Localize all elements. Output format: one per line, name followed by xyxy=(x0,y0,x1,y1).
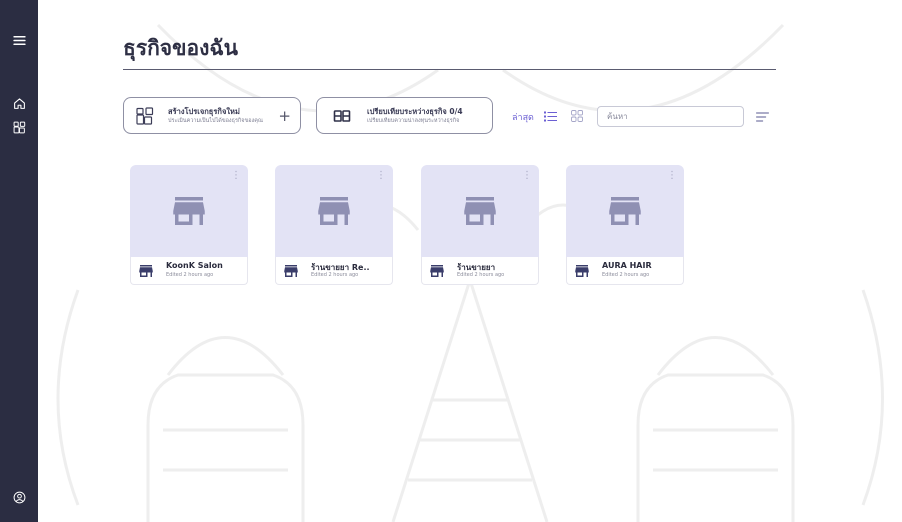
project-thumbnail: ⋮ xyxy=(566,165,684,257)
project-info: AURA HAIR Edited 2 hours ago xyxy=(566,257,684,285)
more-options-icon[interactable]: ⋮ xyxy=(667,170,677,182)
project-thumbnail: ⋮ xyxy=(275,165,393,257)
project-info: KoonK Salon Edited 2 hours ago xyxy=(130,257,248,285)
store-icon xyxy=(609,197,641,225)
sidebar-item-home[interactable] xyxy=(9,93,29,113)
sidebar-item-apps[interactable] xyxy=(9,117,29,137)
home-icon xyxy=(13,97,25,109)
store-icon xyxy=(430,265,444,277)
project-card[interactable]: ⋮ AURA HAIR Edited 2 hours ago xyxy=(566,165,684,285)
more-options-icon[interactable]: ⋮ xyxy=(522,170,532,182)
more-options-icon[interactable]: ⋮ xyxy=(231,170,241,182)
store-icon xyxy=(464,197,496,225)
store-icon xyxy=(284,265,298,277)
create-project-button[interactable]: สร้างโปรเจกธุรกิจใหม่ ประเมินความเป็นไปไ… xyxy=(123,97,301,134)
create-project-subtitle: ประเมินความเป็นไปได้ของธุรกิจของคุณ xyxy=(168,118,264,124)
store-icon xyxy=(173,197,205,225)
project-name: AURA HAIR xyxy=(602,261,652,270)
user-circle-icon xyxy=(13,491,25,503)
menu-icon xyxy=(12,35,26,45)
project-card[interactable]: ⋮ ร้านขายยา Edited 2 hours ago xyxy=(421,165,539,285)
compare-projects-subtitle: เปรียบเทียบความน่าลงทุนระหว่างธุรกิจ xyxy=(367,118,460,124)
sort-dropdown[interactable]: ล่าสุด xyxy=(512,110,534,124)
store-icon xyxy=(318,197,350,225)
page-title: ธุรกิจของฉัน xyxy=(123,36,238,60)
project-info: ร้านขายยา Re.. Edited 2 hours ago xyxy=(275,257,393,285)
menu-button[interactable] xyxy=(9,30,29,50)
more-options-icon[interactable]: ⋮ xyxy=(376,170,386,182)
project-edited-time: Edited 2 hours ago xyxy=(602,272,650,278)
project-name: KoonK Salon xyxy=(166,261,223,270)
grid-view-icon[interactable] xyxy=(571,110,583,122)
list-view-icon[interactable] xyxy=(544,111,557,122)
project-edited-time: Edited 2 hours ago xyxy=(457,272,505,278)
project-thumbnail: ⋮ xyxy=(421,165,539,257)
store-icon xyxy=(575,265,589,277)
compare-icon xyxy=(333,110,351,122)
user-account-button[interactable] xyxy=(9,487,29,507)
search-input[interactable] xyxy=(597,106,744,127)
plus-icon: + xyxy=(278,107,291,125)
title-divider xyxy=(123,69,776,70)
compare-projects-button[interactable]: เปรียบเทียบระหว่างธุรกิจ 0/4 เปรียบเทียบ… xyxy=(316,97,493,134)
project-edited-time: Edited 2 hours ago xyxy=(166,272,214,278)
project-card[interactable]: ⋮ KoonK Salon Edited 2 hours ago xyxy=(130,165,248,285)
project-thumbnail: ⋮ xyxy=(130,165,248,257)
project-edited-time: Edited 2 hours ago xyxy=(311,272,359,278)
store-icon xyxy=(139,265,153,277)
apps-add-icon xyxy=(136,107,154,125)
project-card[interactable]: ⋮ ร้านขายยา Re.. Edited 2 hours ago xyxy=(275,165,393,285)
sort-icon[interactable] xyxy=(756,112,769,122)
apps-icon xyxy=(13,121,25,133)
sidebar xyxy=(0,0,38,522)
project-info: ร้านขายยา Edited 2 hours ago xyxy=(421,257,539,285)
